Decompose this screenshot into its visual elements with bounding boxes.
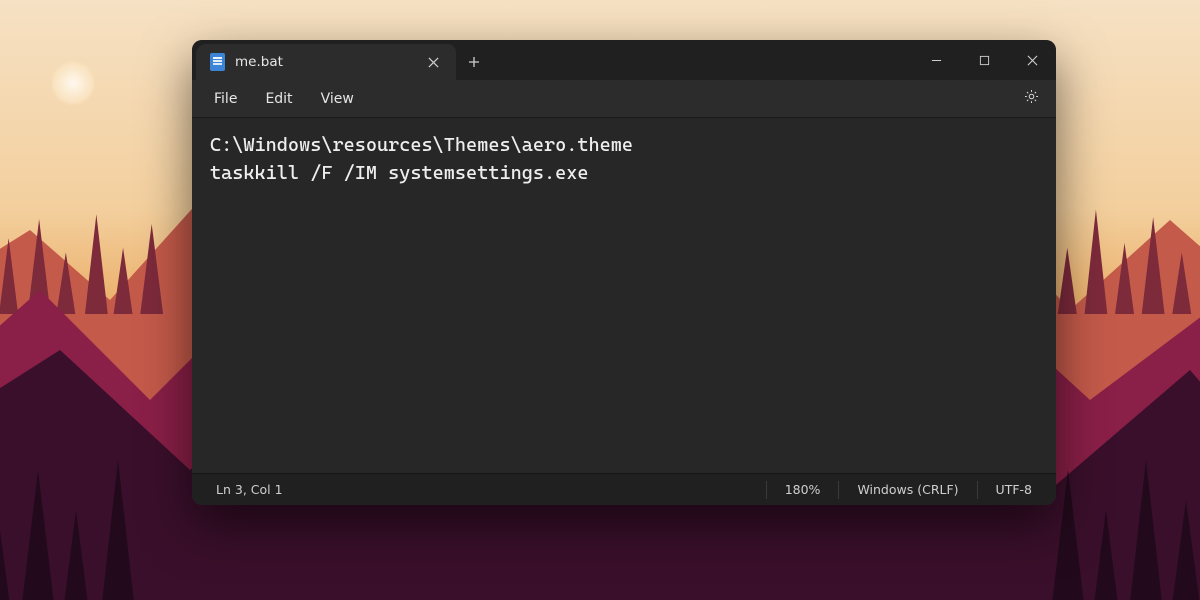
status-zoom[interactable]: 180% bbox=[767, 474, 839, 505]
notepad-window: me.bat File Edit View C:\Windows\res bbox=[192, 40, 1056, 505]
settings-button[interactable] bbox=[1016, 84, 1046, 114]
menu-bar: File Edit View bbox=[192, 80, 1056, 118]
menu-edit[interactable]: Edit bbox=[253, 85, 304, 113]
tab-title: me.bat bbox=[235, 54, 410, 70]
status-bar: Ln 3, Col 1 180% Windows (CRLF) UTF-8 bbox=[192, 473, 1056, 505]
minimize-button[interactable] bbox=[912, 40, 960, 80]
text-editor[interactable]: C:\Windows\resources\Themes\aero.theme t… bbox=[192, 118, 1056, 473]
menu-view[interactable]: View bbox=[309, 85, 366, 113]
status-encoding[interactable]: UTF-8 bbox=[978, 474, 1050, 505]
wallpaper-sun bbox=[50, 60, 96, 106]
menu-file[interactable]: File bbox=[202, 85, 249, 113]
close-window-button[interactable] bbox=[1008, 40, 1056, 80]
notepad-doc-icon bbox=[210, 53, 225, 71]
status-line-ending[interactable]: Windows (CRLF) bbox=[839, 474, 976, 505]
maximize-button[interactable] bbox=[960, 40, 1008, 80]
close-tab-button[interactable] bbox=[420, 49, 446, 75]
gear-icon bbox=[1023, 88, 1040, 109]
title-bar[interactable]: me.bat bbox=[192, 40, 1056, 80]
document-tab[interactable]: me.bat bbox=[196, 44, 456, 80]
new-tab-button[interactable] bbox=[456, 44, 492, 80]
status-cursor-position[interactable]: Ln 3, Col 1 bbox=[198, 474, 301, 505]
